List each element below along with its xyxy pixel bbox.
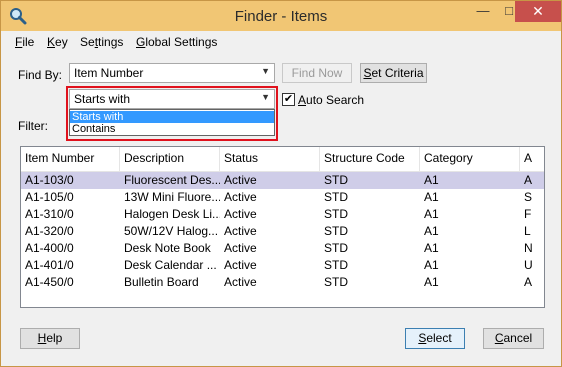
chevron-down-icon: ▼ [261,66,270,76]
cell-category: A1 [424,224,439,238]
cell-item-number: A1-310/0 [25,207,74,221]
finder-window: Finder - Items — □ ✕ File Key Settings G… [0,0,562,367]
cell-structure-code: STD [324,173,348,187]
table-header: Item Number Description Status Structure… [21,147,544,172]
cell-structure-code: STD [324,207,348,221]
minimize-button[interactable]: — [470,2,496,22]
table-row[interactable]: A1-105/0 13W Mini Fluore... Active STD A… [21,189,544,206]
menu-bar: File Key Settings Global Settings [1,31,561,53]
cell-status: Active [224,207,257,221]
auto-search-label: Auto Search [298,93,364,107]
cell-item-number: A1-105/0 [25,190,74,204]
set-criteria-label: et Criteria [371,66,424,80]
select-button[interactable]: Select [405,328,465,349]
cell-item-number: A1-320/0 [25,224,74,238]
find-by-value: Item Number [74,66,144,80]
column-header-status[interactable]: Status [220,147,320,171]
cell-category: A1 [424,275,439,289]
table-row[interactable]: A1-310/0 Halogen Desk Li... Active STD A… [21,206,544,223]
help-label: elp [46,331,63,345]
column-header-category[interactable]: Category [420,147,520,171]
menu-key-label: ey [55,35,68,49]
cell-truncated: F [524,207,532,221]
find-by-select[interactable]: Item Number ▼ [69,63,275,83]
cell-structure-code: STD [324,190,348,204]
table-row[interactable]: A1-320/0 50W/12V Halog... Active STD A1 … [21,223,544,240]
column-header-item-number[interactable]: Item Number [21,147,120,171]
cell-description: Desk Note Book [124,241,211,255]
cell-truncated: A [524,173,533,187]
menu-file-label: ile [22,35,35,49]
help-button[interactable]: Help [20,328,80,349]
menu-settings-label-start: Se [80,35,95,49]
cell-structure-code: STD [324,224,348,238]
column-header-structure-code[interactable]: Structure Code [320,147,420,171]
menu-key[interactable]: Key [47,35,68,49]
select-label: elect [426,331,452,345]
items-table: Item Number Description Status Structure… [20,146,545,308]
auto-search-text: uto Search [306,93,365,107]
auto-search-checkbox[interactable]: ✔ [282,93,295,106]
title-bar: Finder - Items — □ ✕ [1,1,561,31]
cell-truncated: A [524,275,533,289]
cell-truncated: U [524,258,533,272]
cell-item-number: A1-103/0 [25,173,74,187]
cell-status: Active [224,258,257,272]
cell-status: Active [224,275,257,289]
cell-item-number: A1-400/0 [25,241,74,255]
menu-settings-label-end: tings [98,35,124,49]
filter-label: Filter: [18,119,48,133]
find-now-button[interactable]: Find Now [282,63,352,83]
table-row[interactable]: A1-400/0 Desk Note Book Active STD A1 N [21,240,544,257]
find-by-label: Find By: [18,68,63,82]
close-button[interactable]: ✕ [515,1,561,22]
cell-description: 50W/12V Halog... [124,224,219,238]
cell-category: A1 [424,241,439,255]
cell-category: A1 [424,207,439,221]
cell-description: Desk Calendar ... [124,258,217,272]
cell-structure-code: STD [324,241,348,255]
table-row[interactable]: A1-450/0 Bulletin Board Active STD A1 A [21,274,544,291]
menu-file[interactable]: File [15,35,34,49]
cell-description: Halogen Desk Li... [124,207,220,221]
cell-status: Active [224,173,257,187]
menu-global-label: lobal Settings [145,35,218,49]
cell-description: Bulletin Board [124,275,199,289]
checkmark-icon: ✔ [283,93,294,105]
auto-search-access-key: A [298,93,307,107]
cell-category: A1 [424,173,439,187]
cell-description: 13W Mini Fluore... [124,190,220,204]
cell-truncated: S [524,190,533,204]
cell-status: Active [224,224,257,238]
cell-category: A1 [424,190,439,204]
cell-item-number: A1-401/0 [25,258,74,272]
menu-global-access-key: G [136,35,146,49]
cell-description: Fluorescent Des... [124,173,220,187]
cell-status: Active [224,241,257,255]
cell-structure-code: STD [324,275,348,289]
cell-category: A1 [424,258,439,272]
cell-truncated: L [524,224,531,238]
cancel-label: ancel [503,331,533,345]
table-row[interactable]: A1-103/0 Fluorescent Des... Active STD A… [21,172,544,189]
cell-status: Active [224,190,257,204]
menu-global-settings[interactable]: Global Settings [136,35,217,49]
cell-structure-code: STD [324,258,348,272]
highlight-annotation [66,86,278,141]
column-header-description[interactable]: Description [120,147,220,171]
menu-key-access-key: K [47,35,56,49]
set-criteria-button[interactable]: Set Criteria [360,63,427,83]
table-row[interactable]: A1-401/0 Desk Calendar ... Active STD A1… [21,257,544,274]
cell-truncated: N [524,241,533,255]
cell-item-number: A1-450/0 [25,275,74,289]
set-criteria-access-key: S [363,66,372,80]
menu-settings[interactable]: Settings [80,35,123,49]
cancel-button[interactable]: Cancel [483,328,544,349]
column-header-truncated[interactable]: A [520,147,544,171]
